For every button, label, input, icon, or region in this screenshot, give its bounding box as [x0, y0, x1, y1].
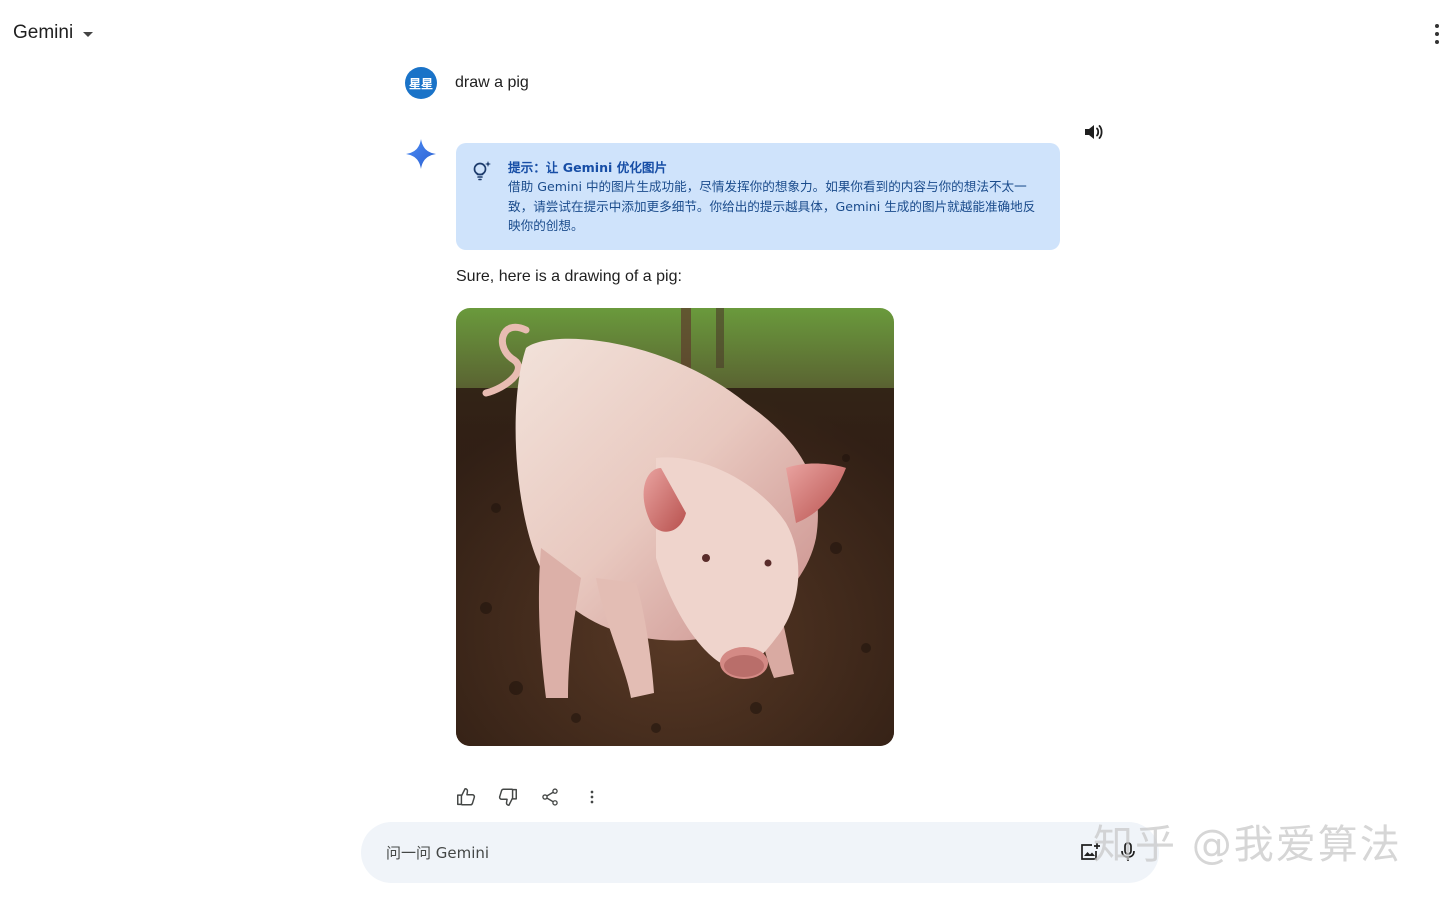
- more-vert-icon[interactable]: [1434, 24, 1440, 44]
- tip-body: 借助 Gemini 中的图片生成功能，尽情发挥你的想象力。如果你看到的内容与你的…: [508, 179, 1036, 233]
- model-selector[interactable]: Gemini: [13, 22, 94, 44]
- add-image-icon[interactable]: [1078, 840, 1102, 864]
- share-icon[interactable]: [538, 785, 562, 809]
- prompt-input[interactable]: 问一问 Gemini: [386, 842, 489, 863]
- user-message: 星星 draw a pig: [405, 67, 529, 99]
- tip-title: 提示：让 Gemini 优化图片: [508, 160, 668, 175]
- thumbs-up-icon[interactable]: [454, 785, 478, 809]
- user-avatar[interactable]: 星星: [405, 67, 437, 99]
- speaker-icon[interactable]: [1081, 120, 1105, 144]
- thumbs-down-icon[interactable]: [496, 785, 520, 809]
- more-vert-icon[interactable]: [580, 785, 604, 809]
- user-prompt-text: draw a pig: [455, 74, 529, 91]
- microphone-icon[interactable]: [1116, 840, 1140, 864]
- generated-pig-image[interactable]: [456, 308, 894, 746]
- model-name: Gemini: [13, 22, 74, 43]
- gemini-app: Gemini 星星 draw a pig 提示：让 Gemini 优化图片 借助: [0, 0, 1440, 898]
- response-actions: [454, 785, 622, 809]
- response-text: Sure, here is a drawing of a pig:: [456, 268, 682, 285]
- tip-card: 提示：让 Gemini 优化图片 借助 Gemini 中的图片生成功能，尽情发挥…: [456, 143, 1060, 250]
- prompt-input-bar[interactable]: 问一问 Gemini: [361, 822, 1159, 883]
- caret-down-icon: [83, 31, 94, 37]
- gemini-sparkle-icon: [406, 139, 436, 169]
- lightbulb-icon: [473, 161, 491, 181]
